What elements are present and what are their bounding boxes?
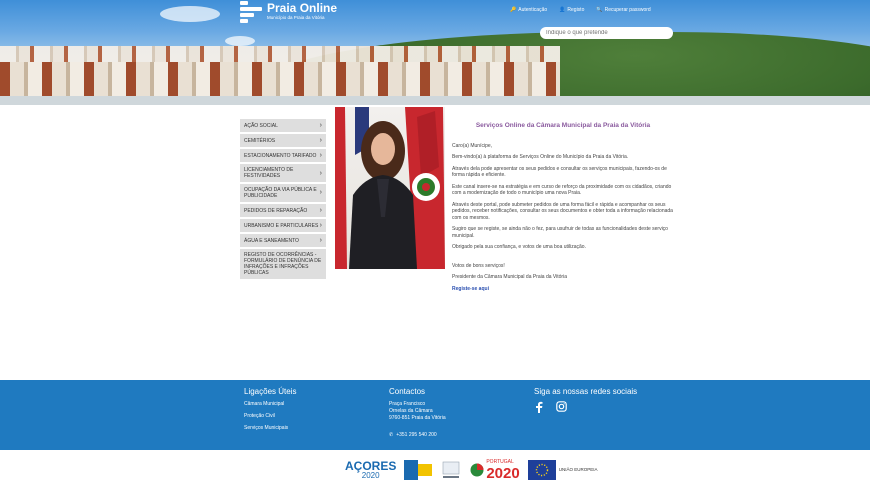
- paragraph-2: Através dela pode apresentar os seus ped…: [452, 165, 667, 179]
- lock-icon: 🔍: [596, 7, 603, 13]
- president-photo: [335, 107, 445, 269]
- eu-flag-icon: [527, 459, 556, 480]
- footer-link-servicos[interactable]: Serviços Municipais: [244, 425, 296, 431]
- footer-link-camara[interactable]: Câmara Municipal: [244, 401, 296, 407]
- phone[interactable]: ✆ +351 295 540 200: [389, 432, 446, 439]
- eu-logo: UNIÃO EUROPEIA: [527, 459, 597, 480]
- footer-contacts: Contactos Praça Francisco Ornelas da Câm…: [389, 387, 446, 439]
- social-icons: [534, 401, 637, 413]
- top-nav: 🔑 Autenticação 👤 Registo 🔍 Recuperar passwo…: [510, 7, 651, 13]
- sidebar-item-estacionamento[interactable]: ESTACIONAMENTO TARIFADO ›: [240, 149, 326, 162]
- chevron-right-icon: ›: [319, 222, 322, 229]
- seawall: [0, 96, 870, 105]
- sidebar-item-via-publica[interactable]: OCUPAÇÃO DA VIA PÚBLICA E PUBLICIDADE ›: [240, 184, 326, 202]
- chevron-right-icon: ›: [319, 152, 322, 159]
- paragraph-1: Bem-vindo(a) à plataforma de Serviços On…: [452, 154, 629, 160]
- paragraph-3: Este canal insere-se na estratégia e em …: [452, 183, 672, 197]
- nav-login[interactable]: 🔑 Autenticação: [510, 7, 547, 13]
- footer-links: Ligações Úteis Câmara Municipal Proteção…: [244, 387, 296, 437]
- hero-banner: [0, 0, 870, 105]
- nav-register[interactable]: 👤 Registo: [559, 7, 584, 13]
- register-link[interactable]: Registe-se aqui: [452, 286, 674, 293]
- acores-2020-logo: AÇORES 2020: [345, 458, 397, 480]
- chevron-right-icon: ›: [319, 122, 322, 129]
- signature-line-2: Presidente da Câmara Municipal da Praia …: [452, 274, 567, 280]
- welcome-content: Serviços Online da Câmara Municipal da P…: [452, 122, 674, 297]
- sidebar-item-ocorrencias[interactable]: REGISTO DE OCORRÊNCIAS - FORMULÁRIO DE D…: [240, 249, 326, 279]
- paragraph-5: Sugiro que se registe, se ainda não o fe…: [452, 226, 668, 239]
- address-line-1: Praça Francisco: [389, 401, 426, 407]
- sidebar-item-acao-social[interactable]: AÇÃO SOCIAL ›: [240, 119, 326, 132]
- footer-contacts-title: Contactos: [389, 387, 426, 396]
- footer-links-title: Ligações Úteis: [244, 387, 297, 396]
- user-icon: 👤: [559, 7, 566, 13]
- greeting: Caro(a) Munícipe,: [452, 142, 493, 149]
- search-input[interactable]: [540, 27, 673, 39]
- nav-recover-password[interactable]: 🔍 Recuperar password: [596, 7, 650, 13]
- footer-social: Siga as nossas redes sociais: [534, 387, 637, 413]
- footer-social-title: Siga as nossas redes sociais: [534, 387, 638, 396]
- services-sidebar: AÇÃO SOCIAL › CEMITÉRIOS › ESTACIONAMENTO …: [240, 119, 326, 281]
- site-logo[interactable]: Praia Online Município da Praia da Vitór…: [240, 1, 337, 25]
- signature-line-1: Votos de bons serviços!: [452, 262, 505, 269]
- sidebar-item-cemiterios[interactable]: CEMITÉRIOS ›: [240, 134, 326, 147]
- address-line-3: 9760-851 Praia da Vitória: [389, 415, 446, 421]
- sidebar-item-festividades[interactable]: LICENCIAMENTO DE FESTIVIDADES ›: [240, 164, 326, 182]
- address-line-2: Ornelas da Câmara: [389, 408, 433, 414]
- acores-government-logo: [404, 459, 433, 480]
- facebook-icon[interactable]: [534, 401, 544, 413]
- logo-icon: [240, 1, 262, 25]
- sidebar-item-reparacao[interactable]: PEDIDOS DE REPARAÇÃO ›: [240, 204, 326, 217]
- logo-subtitle: Município da Praia da Vitória: [267, 15, 325, 20]
- footer: Ligações Úteis Câmara Municipal Proteção…: [0, 380, 870, 450]
- portugal-2020-mark-icon: [470, 463, 484, 476]
- sidebar-item-agua[interactable]: ÁGUA E SANEAMENTO ›: [240, 234, 326, 247]
- chevron-right-icon: ›: [319, 189, 322, 196]
- regional-logo: [443, 461, 460, 478]
- paragraph-4: Através deste portal, pode submeter pedi…: [452, 201, 673, 221]
- phone-icon: ✆: [389, 432, 394, 438]
- sponsor-logos: AÇORES 2020 PORTUGAL 2020 UNIÃO EUROPEIA: [345, 458, 597, 481]
- chevron-right-icon: ›: [319, 169, 322, 177]
- instagram-icon[interactable]: [556, 401, 567, 412]
- portugal-2020-logo: PORTUGAL 2020: [470, 458, 520, 481]
- chevron-right-icon: ›: [319, 237, 322, 244]
- chevron-right-icon: ›: [319, 137, 322, 144]
- page-title: Serviços Online da Câmara Municipal da P…: [475, 122, 651, 129]
- paragraph-6: Obrigado pela sua confiança, e votos de …: [452, 244, 586, 250]
- president-portrait: [335, 107, 445, 269]
- logo-title: Praia Online: [267, 1, 338, 15]
- chevron-right-icon: ›: [319, 207, 322, 214]
- cloud: [160, 6, 220, 22]
- footer-link-protecao-civil[interactable]: Proteção Civil: [244, 413, 296, 419]
- cloud: [225, 36, 255, 46]
- sidebar-item-urbanismo[interactable]: URBANISMO E PARTICULARES ›: [240, 219, 326, 232]
- key-icon: 🔑: [510, 7, 517, 13]
- sidebar-title: Os nossos serviços: [244, 106, 305, 113]
